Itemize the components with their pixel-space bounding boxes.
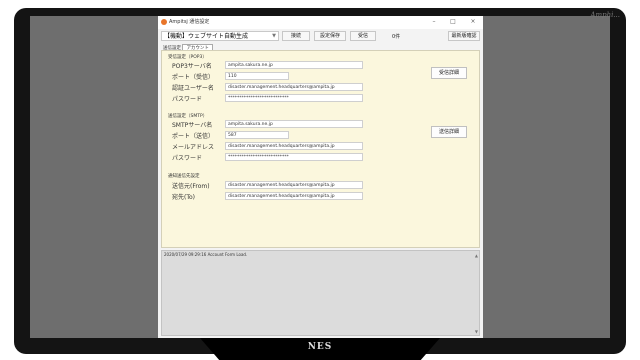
from-field[interactable]: disaster.management.headquarters@ampita.…	[225, 181, 363, 189]
to-field[interactable]: disaster.management.headquarters@ampita.…	[225, 192, 363, 200]
log-area[interactable]: 2020/07/29 09:29:16 Account Form Load. ▲…	[161, 250, 480, 336]
send-password-label: パスワード	[172, 155, 203, 162]
smtp-server-label: SMTPサーバ名	[172, 122, 213, 129]
receive-password-label: パスワード	[172, 96, 203, 103]
auth-user-field[interactable]: disaster.management.headquarters@ampita.…	[225, 83, 363, 91]
version-check-button[interactable]: 最新版確認	[448, 31, 480, 41]
send-port-field[interactable]: 587	[225, 131, 289, 139]
send-port-label: ポート（送信）	[172, 133, 215, 140]
maximize-button[interactable]: □	[448, 18, 458, 25]
receive-detail-button[interactable]: 受信詳細	[431, 67, 467, 79]
toolbar: 【機動】ウェブサイト自動生成 ▼ 接続 設定保存 受信 0件 最新版確認	[158, 31, 483, 42]
receive-port-label: ポート（受信）	[172, 74, 215, 81]
scroll-up-icon[interactable]: ▲	[475, 253, 478, 258]
send-detail-button[interactable]: 送信詳細	[431, 126, 467, 138]
minimize-button[interactable]: –	[429, 18, 439, 25]
receive-port-field[interactable]: 110	[225, 72, 289, 80]
auth-user-label: 認証ユーザー名	[172, 85, 214, 92]
save-settings-button[interactable]: 設定保存	[314, 31, 346, 41]
pop3-server-field[interactable]: ampita.sakura.ne.jp	[225, 61, 363, 69]
log-line: 2020/07/29 09:29:16 Account Form Load.	[164, 252, 248, 257]
window-title: Ampitsj 通信設定	[169, 19, 210, 25]
mail-address-field[interactable]: disaster.management.headquarters@ampita.…	[225, 142, 363, 150]
connect-button[interactable]: 接続	[282, 31, 310, 41]
app-icon	[161, 19, 167, 25]
to-label: 宛先(To)	[172, 194, 195, 201]
scroll-down-icon[interactable]: ▼	[475, 329, 478, 334]
site-select[interactable]: 【機動】ウェブサイト自動生成 ▼	[161, 31, 279, 41]
title-bar: Ampitsj 通信設定 – □ ×	[158, 16, 483, 29]
close-button[interactable]: ×	[468, 18, 478, 25]
site-select-value: 【機動】ウェブサイト自動生成	[164, 33, 249, 40]
mail-count: 0件	[392, 34, 401, 40]
pop3-server-label: POP3サーバ名	[172, 63, 212, 70]
from-label: 送信元(From)	[172, 183, 210, 190]
send-section-header: 送信設定（SMTP）	[168, 114, 208, 119]
app-window: Ampitsj 通信設定 – □ × 【機動】ウェブサイト自動生成 ▼ 接続 設…	[158, 16, 483, 338]
notify-section-header: 通知送信先設定	[168, 174, 200, 179]
monitor-stand-label: NES	[307, 342, 333, 352]
smtp-server-field[interactable]: ampita.sakura.ne.jp	[225, 120, 363, 128]
receive-password-field[interactable]: ***************************	[225, 94, 363, 102]
monitor-brand-logo: Amphi...	[590, 11, 620, 19]
account-panel: 受信設定（POP3） POP3サーバ名 ampita.sakura.ne.jp …	[161, 50, 480, 248]
receive-section-header: 受信設定（POP3）	[168, 55, 207, 60]
mail-address-label: メールアドレス	[172, 144, 215, 151]
chevron-down-icon: ▼	[272, 33, 276, 39]
mail-button[interactable]: 受信	[350, 31, 376, 41]
send-password-field[interactable]: ***************************	[225, 153, 363, 161]
